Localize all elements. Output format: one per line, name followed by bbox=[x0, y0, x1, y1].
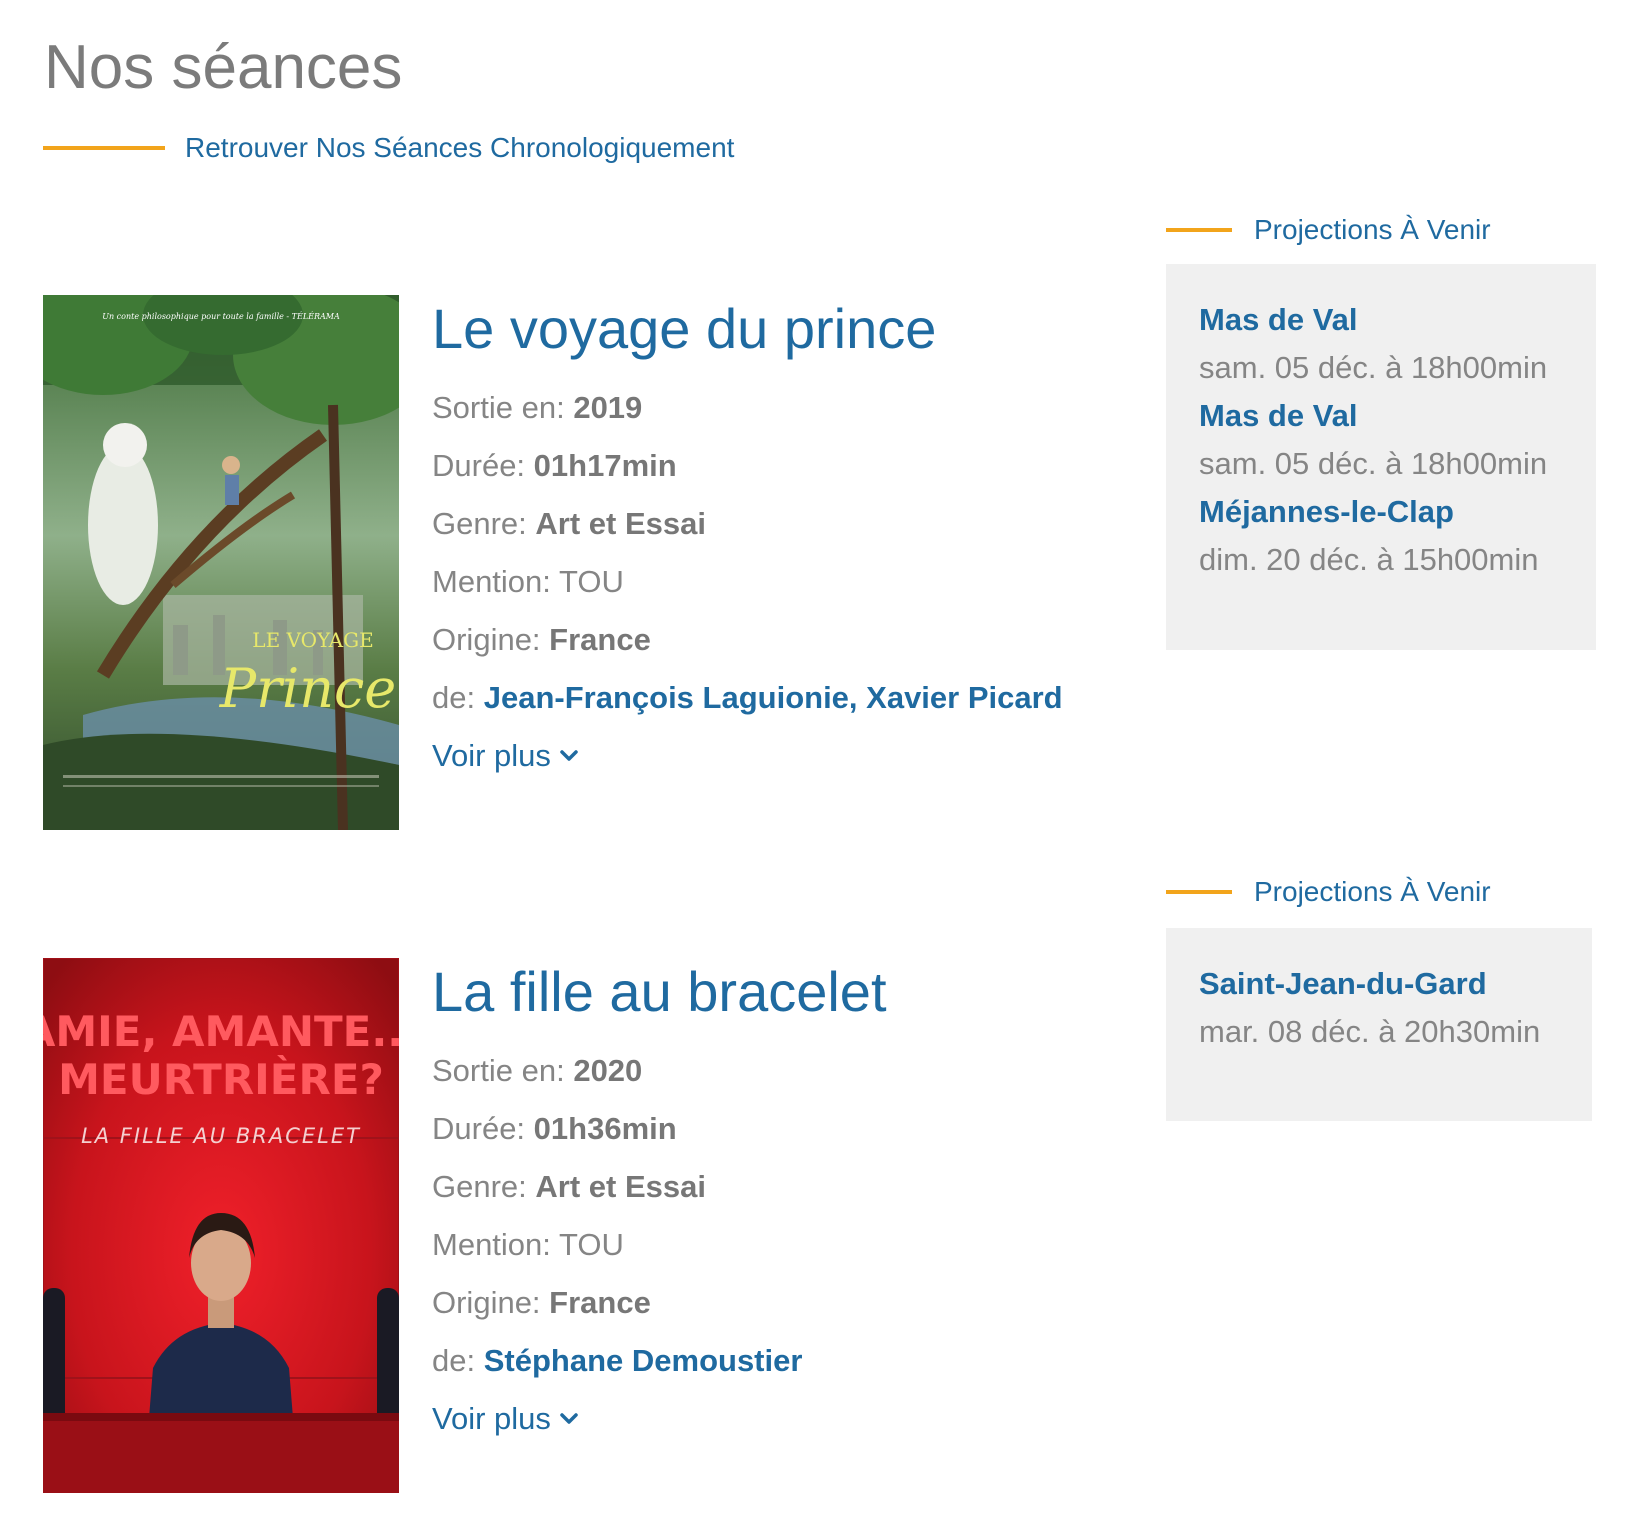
voir-plus-label: Voir plus bbox=[432, 1401, 551, 1436]
projection-venue[interactable]: Mas de Val bbox=[1199, 296, 1564, 344]
film-info: La fille au bracelet Sortie en: 2020 Dur… bbox=[432, 958, 1122, 1448]
film-poster[interactable]: AMIE, AMANTE... MEURTRIÈRE? LA FILLE AU … bbox=[43, 958, 399, 1493]
meta-origine: Origine: France bbox=[432, 1274, 1122, 1332]
meta-directors: de: Stéphane Demoustier bbox=[432, 1332, 1122, 1390]
projections-heading: Projections À Venir bbox=[1254, 876, 1491, 907]
voir-plus-button[interactable]: Voir plus bbox=[432, 727, 579, 785]
meta-duree: Durée: 01h17min bbox=[432, 437, 1122, 495]
meta-origine: Origine: France bbox=[432, 611, 1122, 669]
projections-box: Saint-Jean-du-Gard mar. 08 déc. à 20h30m… bbox=[1166, 928, 1592, 1121]
chevron-down-icon bbox=[560, 1413, 578, 1424]
projection-datetime: mar. 08 déc. à 20h30min bbox=[1199, 1014, 1541, 1049]
meta-value: 01h17min bbox=[533, 448, 677, 483]
projection-venue[interactable]: Méjannes-le-Clap bbox=[1199, 488, 1564, 536]
meta-label: Genre: bbox=[432, 1169, 527, 1204]
projections-box: Mas de Val sam. 05 déc. à 18h00min Mas d… bbox=[1166, 264, 1596, 650]
projections-heading: Projections À Venir bbox=[1254, 214, 1491, 245]
poster-subtitle: LA FILLE AU BRACELET bbox=[81, 1124, 361, 1148]
svg-text:LE VOYAGE: LE VOYAGE bbox=[252, 628, 373, 652]
poster-headline-1: AMIE, AMANTE... bbox=[43, 1007, 399, 1056]
meta-label: de: bbox=[432, 680, 476, 715]
projection-datetime: sam. 05 déc. à 18h00min bbox=[1199, 350, 1548, 385]
meta-value: 01h36min bbox=[533, 1111, 677, 1146]
orange-divider bbox=[1166, 890, 1232, 894]
film-meta: Sortie en: 2019 Durée: 01h17min Genre: A… bbox=[432, 379, 1122, 785]
page-title: Nos séances bbox=[44, 33, 403, 102]
meta-label: Sortie en: bbox=[432, 390, 565, 425]
projection-datetime: sam. 05 déc. à 18h00min bbox=[1199, 446, 1548, 481]
meta-genre: Genre: Art et Essai bbox=[432, 495, 1122, 553]
meta-label: Mention: bbox=[432, 1227, 551, 1262]
meta-value: 2019 bbox=[573, 390, 643, 425]
voir-plus-label: Voir plus bbox=[432, 738, 551, 773]
meta-label: Genre: bbox=[432, 506, 527, 541]
svg-text:Prince: Prince bbox=[219, 657, 396, 720]
film-card: Un conte philosophique pour toute la fam… bbox=[43, 295, 1123, 830]
chrono-link[interactable]: Retrouver Nos Séances Chronologiquement bbox=[185, 132, 734, 164]
chevron-down-icon bbox=[560, 750, 578, 761]
projection-venue[interactable]: Mas de Val bbox=[1199, 392, 1564, 440]
director-link[interactable]: Jean-François Laguionie, Xavier Picard bbox=[484, 680, 1063, 715]
orange-divider bbox=[1166, 228, 1232, 232]
poster-headline-2: MEURTRIÈRE? bbox=[58, 1054, 384, 1104]
film-title[interactable]: La fille au bracelet bbox=[432, 958, 1122, 1020]
projection-venue[interactable]: Saint-Jean-du-Gard bbox=[1199, 960, 1560, 1008]
meta-value: TOU bbox=[558, 1227, 624, 1262]
svg-text:Un conte philosophique pour to: Un conte philosophique pour toute la fam… bbox=[102, 312, 340, 321]
film-card: AMIE, AMANTE... MEURTRIÈRE? LA FILLE AU … bbox=[43, 958, 1123, 1493]
poster-fille-bracelet-image: AMIE, AMANTE... MEURTRIÈRE? LA FILLE AU … bbox=[43, 958, 399, 1493]
voir-plus-button[interactable]: Voir plus bbox=[432, 1390, 579, 1448]
film-title[interactable]: Le voyage du prince bbox=[432, 295, 1122, 357]
meta-mention: Mention: TOU bbox=[432, 1216, 1122, 1274]
meta-directors: de: Jean-François Laguionie, Xavier Pica… bbox=[432, 669, 1122, 727]
meta-value: Art et Essai bbox=[535, 1169, 706, 1204]
projection-datetime: dim. 20 déc. à 15h00min bbox=[1199, 542, 1539, 577]
meta-value: TOU bbox=[558, 564, 624, 599]
orange-divider bbox=[43, 146, 165, 150]
meta-label: de: bbox=[432, 1343, 476, 1378]
film-poster[interactable]: Un conte philosophique pour toute la fam… bbox=[43, 295, 399, 830]
meta-label: Sortie en: bbox=[432, 1053, 565, 1088]
meta-sortie: Sortie en: 2019 bbox=[432, 379, 1122, 437]
meta-value: France bbox=[549, 1285, 651, 1320]
meta-label: Mention: bbox=[432, 564, 551, 599]
meta-duree: Durée: 01h36min bbox=[432, 1100, 1122, 1158]
meta-label: Origine: bbox=[432, 622, 541, 657]
meta-value: France bbox=[549, 622, 651, 657]
meta-genre: Genre: Art et Essai bbox=[432, 1158, 1122, 1216]
meta-label: Origine: bbox=[432, 1285, 541, 1320]
film-meta: Sortie en: 2020 Durée: 01h36min Genre: A… bbox=[432, 1042, 1122, 1448]
projections-header: Projections À Venir bbox=[1166, 214, 1491, 246]
meta-label: Durée: bbox=[432, 448, 526, 483]
meta-value: 2020 bbox=[573, 1053, 643, 1088]
director-link[interactable]: Stéphane Demoustier bbox=[484, 1343, 803, 1378]
meta-label: Durée: bbox=[432, 1111, 526, 1146]
film-info: Le voyage du prince Sortie en: 2019 Duré… bbox=[432, 295, 1122, 785]
projections-header: Projections À Venir bbox=[1166, 876, 1491, 908]
meta-value: Art et Essai bbox=[535, 506, 706, 541]
poster-voyage-prince-image: Un conte philosophique pour toute la fam… bbox=[43, 295, 399, 830]
chrono-link-row: Retrouver Nos Séances Chronologiquement bbox=[43, 132, 734, 164]
meta-mention: Mention: TOU bbox=[432, 553, 1122, 611]
meta-sortie: Sortie en: 2020 bbox=[432, 1042, 1122, 1100]
